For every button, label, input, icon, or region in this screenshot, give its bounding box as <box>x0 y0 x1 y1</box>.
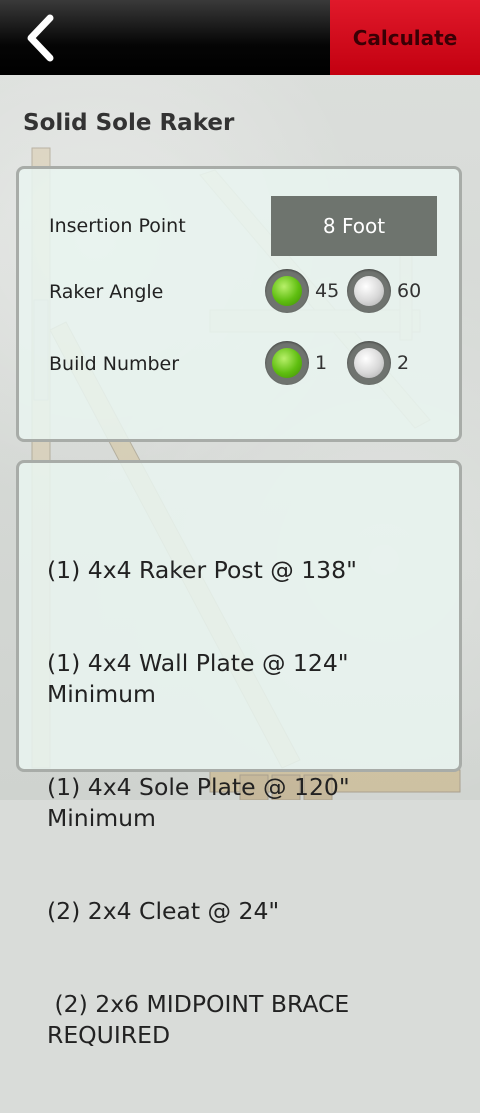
radio-button-icon <box>347 341 391 385</box>
build-number-option-label: 1 <box>315 352 328 374</box>
cut-list: (1) 4x4 Raker Post @ 138" (1) 4x4 Wall P… <box>47 493 457 1113</box>
raker-angle-option-label: 60 <box>397 280 422 302</box>
page-title: Solid Sole Raker <box>23 110 235 136</box>
build-number-option-label: 2 <box>397 352 410 374</box>
build-number-option-1[interactable]: 1 <box>265 341 327 385</box>
radio-button-icon <box>265 341 309 385</box>
raker-angle-option-45[interactable]: 45 <box>265 269 339 313</box>
insertion-point-label: Insertion Point <box>49 215 186 237</box>
calculate-button[interactable]: Calculate <box>330 0 480 75</box>
raker-angle-option-label: 45 <box>315 280 340 302</box>
raker-angle-label: Raker Angle <box>49 281 164 303</box>
cut-list-line: (1) 4x4 Sole Plate @ 120" Minimum <box>47 773 358 832</box>
chevron-left-icon <box>27 14 54 61</box>
top-bar: Calculate <box>0 0 480 75</box>
back-button[interactable] <box>0 0 80 75</box>
cut-list-line: (1) 4x4 Raker Post @ 138" <box>47 556 357 584</box>
radio-button-icon <box>347 269 391 313</box>
build-number-option-2[interactable]: 2 <box>347 341 409 385</box>
insertion-point-button[interactable]: 8 Foot <box>271 196 437 256</box>
calculate-label: Calculate <box>352 25 458 50</box>
options-panel: Insertion Point 8 Foot Raker Angle 45 60… <box>16 166 462 442</box>
cut-list-line: (2) 2x6 MIDPOINT BRACE REQUIRED <box>47 990 357 1049</box>
insertion-point-value: 8 Foot <box>322 214 386 238</box>
raker-angle-option-60[interactable]: 60 <box>347 269 421 313</box>
radio-button-icon <box>265 269 309 313</box>
build-number-label: Build Number <box>49 353 180 375</box>
cut-list-line: (1) 4x4 Wall Plate @ 124" Minimum <box>47 649 357 708</box>
cut-list-line: (2) 2x4 Cleat @ 24" <box>47 897 280 925</box>
results-panel: (1) 4x4 Raker Post @ 138" (1) 4x4 Wall P… <box>16 460 462 1049</box>
